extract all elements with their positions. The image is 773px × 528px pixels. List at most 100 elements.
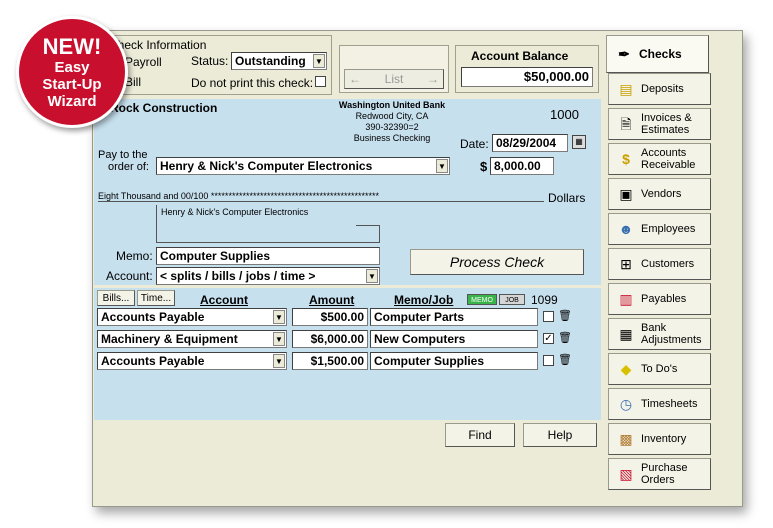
split-amount-1[interactable]: $500.00 bbox=[292, 308, 368, 326]
cart-icon: ⊞ bbox=[620, 256, 632, 272]
status-label: Status: bbox=[191, 54, 229, 68]
balance-label: Account Balance bbox=[471, 49, 569, 63]
dollars-label: Dollars bbox=[548, 191, 586, 205]
list-button[interactable]: List bbox=[385, 72, 404, 86]
tab-vendors[interactable]: ▣ Vendors bbox=[608, 178, 711, 210]
chevron-down-icon[interactable]: ▼ bbox=[273, 354, 285, 368]
pay-to-label: Pay to the order of: bbox=[98, 149, 149, 173]
tab-purchase-orders-label: Purchase Orders bbox=[641, 462, 688, 486]
status-select[interactable]: Outstanding ▼ bbox=[231, 52, 327, 70]
amount-value: 8,000.00 bbox=[494, 159, 541, 173]
check-form: Rock Construction Washington United Bank… bbox=[94, 99, 601, 285]
trash-icon[interactable]: 🗑 bbox=[558, 331, 572, 345]
tab-timesheets[interactable]: ◷ Timesheets bbox=[608, 388, 711, 420]
chevron-down-icon[interactable]: ▼ bbox=[313, 54, 325, 68]
account-select[interactable]: < splits / bills / jobs / time > ▼ bbox=[156, 267, 380, 285]
tab-employees-label: Employees bbox=[641, 223, 696, 235]
next-arrow-icon[interactable]: → bbox=[427, 72, 439, 86]
tab-deposits[interactable]: ▤ Deposits bbox=[608, 73, 711, 105]
people-icon: ☻ bbox=[618, 221, 634, 237]
clock-icon: ◷ bbox=[619, 396, 633, 412]
calendar-icon[interactable]: ▦ bbox=[572, 135, 586, 149]
tab-checks-label: Checks bbox=[639, 47, 682, 61]
bills-label: Bills... bbox=[102, 292, 130, 304]
payroll-label[interactable]: Payroll bbox=[125, 55, 162, 69]
badge-line-new: NEW! bbox=[42, 33, 102, 59]
chevron-down-icon[interactable]: ▼ bbox=[273, 332, 285, 346]
deposit-icon: ▤ bbox=[619, 81, 633, 97]
memo-field[interactable]: Computer Supplies bbox=[156, 247, 380, 265]
split-1099-checkbox[interactable] bbox=[543, 355, 554, 366]
time-button[interactable]: Time... bbox=[137, 290, 175, 306]
process-check-button[interactable]: Process Check bbox=[410, 249, 584, 275]
split-memo-3[interactable]: Computer Supplies bbox=[370, 352, 538, 370]
split-memo-value: Computer Supplies bbox=[374, 354, 485, 368]
help-label: Help bbox=[547, 428, 573, 442]
find-button[interactable]: Find bbox=[445, 423, 515, 447]
tab-receivable[interactable]: $ Accounts Receivable bbox=[608, 143, 711, 175]
tab-inventory[interactable]: ▩ Inventory bbox=[608, 423, 711, 455]
tab-invoices-label: Invoices & Estimates bbox=[641, 112, 692, 136]
tab-todos-label: To Do's bbox=[641, 363, 678, 375]
split-amount-2[interactable]: $6,000.00 bbox=[292, 330, 368, 348]
split-1099-checkbox[interactable]: ✓ bbox=[543, 333, 554, 344]
split-1099-checkbox[interactable] bbox=[543, 311, 554, 322]
split-memo-2[interactable]: New Computers bbox=[370, 330, 538, 348]
balance-value: $50,000.00 bbox=[523, 69, 589, 84]
badge-line-easy: Easy bbox=[54, 58, 90, 76]
trash-icon[interactable]: 🗑 bbox=[558, 309, 572, 323]
bills-button[interactable]: Bills... bbox=[97, 290, 135, 306]
split-account-3[interactable]: Accounts Payable ▼ bbox=[97, 352, 287, 370]
col-1099-header: 1099 bbox=[531, 293, 558, 307]
memo-toggle[interactable]: MEMO bbox=[467, 294, 497, 305]
pay-to-line1: Pay to the bbox=[98, 149, 148, 161]
amount-field[interactable]: 8,000.00 bbox=[490, 157, 554, 175]
address-corner bbox=[356, 225, 380, 243]
trash-icon[interactable]: 🗑 bbox=[558, 353, 572, 367]
help-button[interactable]: Help bbox=[523, 423, 597, 447]
split-account-2[interactable]: Machinery & Equipment ▼ bbox=[97, 330, 287, 348]
balance-field: $50,000.00 bbox=[461, 67, 593, 87]
company-name: Rock Construction bbox=[110, 101, 218, 115]
money-icon: $ bbox=[622, 151, 630, 167]
tab-checks[interactable]: ✒ Checks bbox=[606, 35, 709, 73]
no-print-checkbox[interactable] bbox=[315, 76, 326, 87]
box-icon: ▩ bbox=[619, 431, 633, 447]
chevron-down-icon[interactable]: ▼ bbox=[273, 310, 285, 324]
tab-todos[interactable]: ◆ To Do's bbox=[608, 353, 711, 385]
tab-payables[interactable]: ▥ Payables bbox=[608, 283, 711, 315]
chevron-down-icon[interactable]: ▼ bbox=[366, 269, 378, 283]
split-amount-3[interactable]: $1,500.00 bbox=[292, 352, 368, 370]
job-toggle[interactable]: JOB bbox=[499, 294, 525, 305]
address-box[interactable]: Henry & Nick's Computer Electronics bbox=[156, 205, 380, 243]
tab-customers[interactable]: ⊞ Customers bbox=[608, 248, 711, 280]
date-field[interactable]: 08/29/2004 bbox=[492, 134, 568, 152]
badge-line-wizard: Wizard bbox=[47, 92, 97, 110]
dollar-sign: $ bbox=[480, 159, 488, 174]
status-value: Outstanding bbox=[235, 54, 306, 68]
register-icon: ▣ bbox=[619, 186, 633, 202]
po-icon: ▧ bbox=[619, 466, 633, 482]
tab-invoices[interactable]: 🗎 Invoices & Estimates bbox=[608, 108, 711, 140]
bank-city: Redwood City, CA bbox=[355, 111, 429, 121]
split-memo-value: New Computers bbox=[374, 332, 466, 346]
bank-type: Business Checking bbox=[353, 133, 431, 143]
tab-purchase-orders[interactable]: ▧ Purchase Orders bbox=[608, 458, 711, 490]
payee-select[interactable]: Henry & Nick's Computer Electronics ▼ bbox=[156, 157, 450, 175]
chevron-down-icon[interactable]: ▼ bbox=[436, 159, 448, 173]
new-wizard-badge: NEW! Easy Start-Up Wizard bbox=[16, 16, 128, 128]
pay-to-line2: order of: bbox=[108, 161, 149, 173]
col-account-header: Account bbox=[200, 293, 248, 307]
tab-inventory-label: Inventory bbox=[641, 433, 687, 445]
split-amount-value: $500.00 bbox=[320, 310, 364, 324]
find-label: Find bbox=[468, 428, 492, 442]
split-amount-value: $1,500.00 bbox=[310, 354, 364, 368]
split-account-value: Accounts Payable bbox=[101, 354, 205, 368]
bank-info: Washington United Bank Redwood City, CA … bbox=[322, 100, 462, 144]
time-label: Time... bbox=[140, 292, 172, 304]
tab-employees[interactable]: ☻ Employees bbox=[608, 213, 711, 245]
split-account-1[interactable]: Accounts Payable ▼ bbox=[97, 308, 287, 326]
prev-arrow-icon[interactable]: ← bbox=[349, 72, 361, 86]
tab-bank-adjustments[interactable]: ▦ Bank Adjustments bbox=[608, 318, 711, 350]
split-memo-1[interactable]: Computer Parts bbox=[370, 308, 538, 326]
